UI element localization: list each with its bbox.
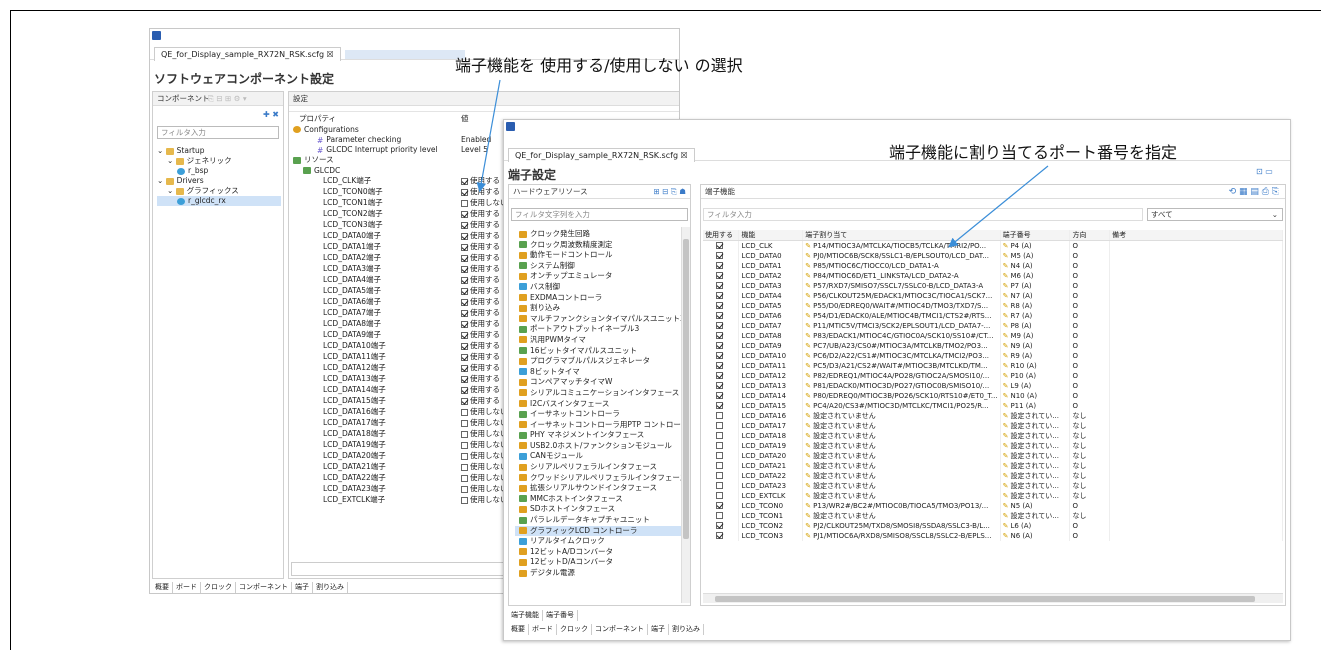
arrow-select [476, 79, 501, 193]
arrow-port [948, 165, 1049, 248]
annotation-arrows [476, 79, 1049, 248]
